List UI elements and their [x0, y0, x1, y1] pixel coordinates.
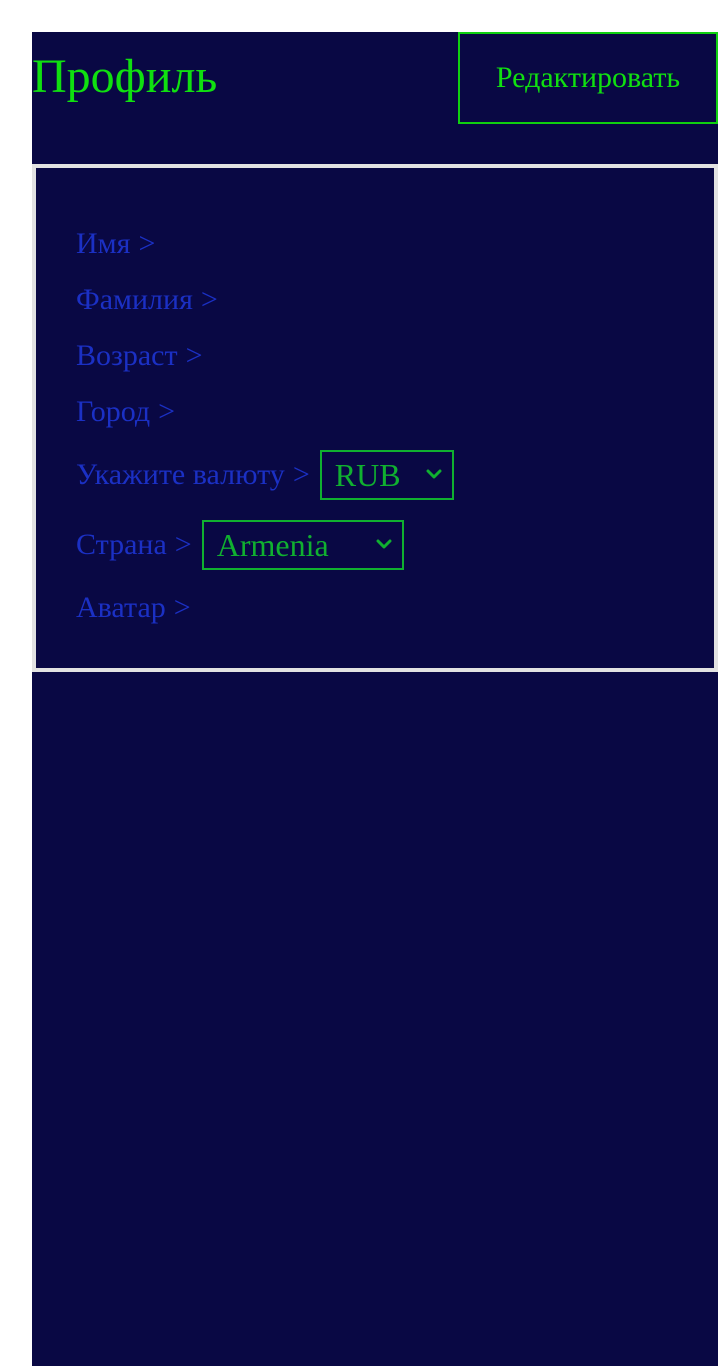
field-separator: >: [138, 227, 156, 260]
field-label: Фамилия: [76, 283, 193, 316]
currency-select-value: RUB: [334, 457, 401, 493]
country-select-value: Armenia: [216, 527, 329, 563]
field-city: Город >: [76, 394, 175, 430]
field-separator: >: [173, 591, 191, 624]
field-currency: Укажите валюту > RUB: [76, 450, 454, 500]
currency-select[interactable]: RUB: [319, 450, 454, 500]
field-avatar: Аватар >: [76, 590, 191, 626]
page-title: Профиль: [32, 50, 218, 103]
field-first-name: Имя >: [76, 226, 155, 262]
field-label: Страна: [76, 528, 167, 561]
field-label: Имя: [76, 227, 131, 260]
edit-button[interactable]: Редактировать: [458, 32, 718, 124]
profile-page: Профиль Редактировать Имя > Фамилия > Во…: [32, 32, 718, 1366]
field-last-name: Фамилия >: [76, 282, 218, 318]
chevron-down-icon: [426, 469, 442, 479]
field-country: Страна > Armenia: [76, 520, 404, 570]
field-label: Укажите валюту: [76, 458, 285, 491]
field-label: Город: [76, 395, 151, 428]
field-separator: >: [292, 458, 310, 491]
chevron-down-icon: [376, 539, 392, 549]
field-separator: >: [174, 528, 192, 561]
country-select[interactable]: Armenia: [201, 520, 404, 570]
field-age: Возраст >: [76, 338, 203, 374]
field-separator: >: [200, 283, 218, 316]
page-header: Профиль Редактировать: [32, 32, 718, 164]
field-separator: >: [158, 395, 176, 428]
profile-panel: Имя > Фамилия > Возраст > Город > Укажит…: [32, 164, 718, 672]
field-separator: >: [185, 339, 203, 372]
field-label: Возраст: [76, 339, 178, 372]
field-label: Аватар: [76, 591, 166, 624]
